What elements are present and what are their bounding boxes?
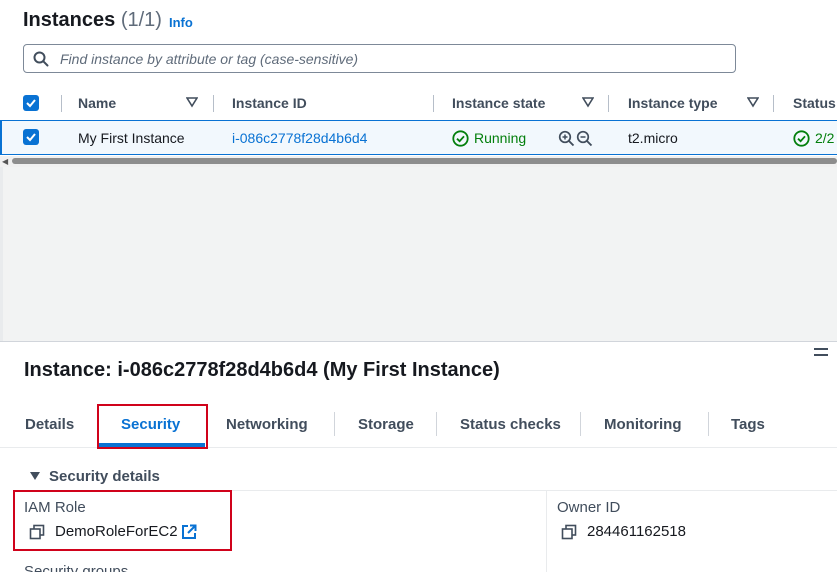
- column-header-instance-state[interactable]: Instance state: [452, 95, 545, 111]
- column-header-instance-type[interactable]: Instance type: [628, 95, 717, 111]
- tab-details[interactable]: Details: [25, 416, 74, 433]
- sort-down-icon[interactable]: [747, 96, 759, 108]
- status-ok-icon: [452, 130, 469, 147]
- instance-count: (1/1): [120, 9, 162, 31]
- tab-monitoring[interactable]: Monitoring: [604, 416, 681, 433]
- table-empty-area: [0, 167, 837, 342]
- instance-state: Running: [474, 130, 527, 146]
- column-header-name[interactable]: Name: [78, 95, 116, 111]
- highlight-box-iam-role: [13, 490, 232, 551]
- owner-id-value: 284461162518: [587, 523, 686, 540]
- tab-tags[interactable]: Tags: [731, 416, 765, 433]
- column-header-instance-id[interactable]: Instance ID: [232, 95, 307, 111]
- tab-divider: [436, 412, 437, 436]
- tab-divider: [580, 412, 581, 436]
- instance-id-link[interactable]: i-086c2778f28d4b6d4: [232, 130, 367, 146]
- zoom-out-icon[interactable]: [576, 130, 593, 147]
- check-icon: [26, 133, 36, 142]
- details-panel-title: Instance: i-086c2778f28d4b6d4 (My First …: [24, 359, 500, 381]
- column-divider: [213, 95, 214, 112]
- scrollbar-thumb[interactable]: [12, 158, 837, 164]
- page-title-text: Instances: [23, 9, 116, 31]
- table-header: Name Instance ID Instance state Instance…: [0, 88, 837, 118]
- tab-status-checks[interactable]: Status checks: [460, 416, 561, 433]
- check-icon: [26, 99, 36, 108]
- page-title: Instances (1/1): [23, 9, 162, 32]
- table-row[interactable]: My First Instance i-086c2778f28d4b6d4 Ru…: [0, 120, 837, 155]
- tab-storage[interactable]: Storage: [358, 416, 414, 433]
- security-groups-label: Security groups: [24, 563, 129, 572]
- section-title[interactable]: Security details: [49, 468, 160, 485]
- select-all-checkbox[interactable]: [23, 95, 39, 111]
- highlight-box-security-tab: [97, 404, 208, 449]
- info-link[interactable]: Info: [169, 15, 193, 30]
- scroll-left-icon[interactable]: ◀: [2, 157, 8, 166]
- panel-divider: [0, 341, 837, 342]
- column-divider: [773, 95, 774, 112]
- tab-networking[interactable]: Networking: [226, 416, 308, 433]
- resize-handle-icon[interactable]: [814, 347, 828, 357]
- status-check-value: 2/2: [815, 130, 835, 146]
- tab-divider: [708, 412, 709, 436]
- owner-id-label: Owner ID: [557, 499, 621, 516]
- sort-down-icon[interactable]: [582, 96, 594, 108]
- column-header-status[interactable]: Status: [793, 95, 836, 111]
- column-divider: [608, 95, 609, 112]
- sort-down-icon[interactable]: [186, 96, 198, 108]
- column-divider: [61, 95, 62, 112]
- search-input[interactable]: Find instance by attribute or tag (case-…: [23, 44, 736, 73]
- row-checkbox[interactable]: [23, 129, 39, 145]
- horizontal-scrollbar[interactable]: ◀: [0, 156, 837, 167]
- zoom-in-icon[interactable]: [558, 130, 575, 147]
- status-ok-icon: [793, 130, 810, 147]
- copy-icon[interactable]: [561, 524, 577, 540]
- column-divider: [433, 95, 434, 112]
- column-divider: [546, 491, 547, 572]
- search-icon: [33, 51, 49, 67]
- instance-type: t2.micro: [628, 130, 678, 146]
- tab-divider: [334, 412, 335, 436]
- instance-name: My First Instance: [78, 130, 185, 146]
- caret-down-icon[interactable]: [29, 471, 41, 481]
- search-placeholder: Find instance by attribute or tag (case-…: [60, 51, 359, 67]
